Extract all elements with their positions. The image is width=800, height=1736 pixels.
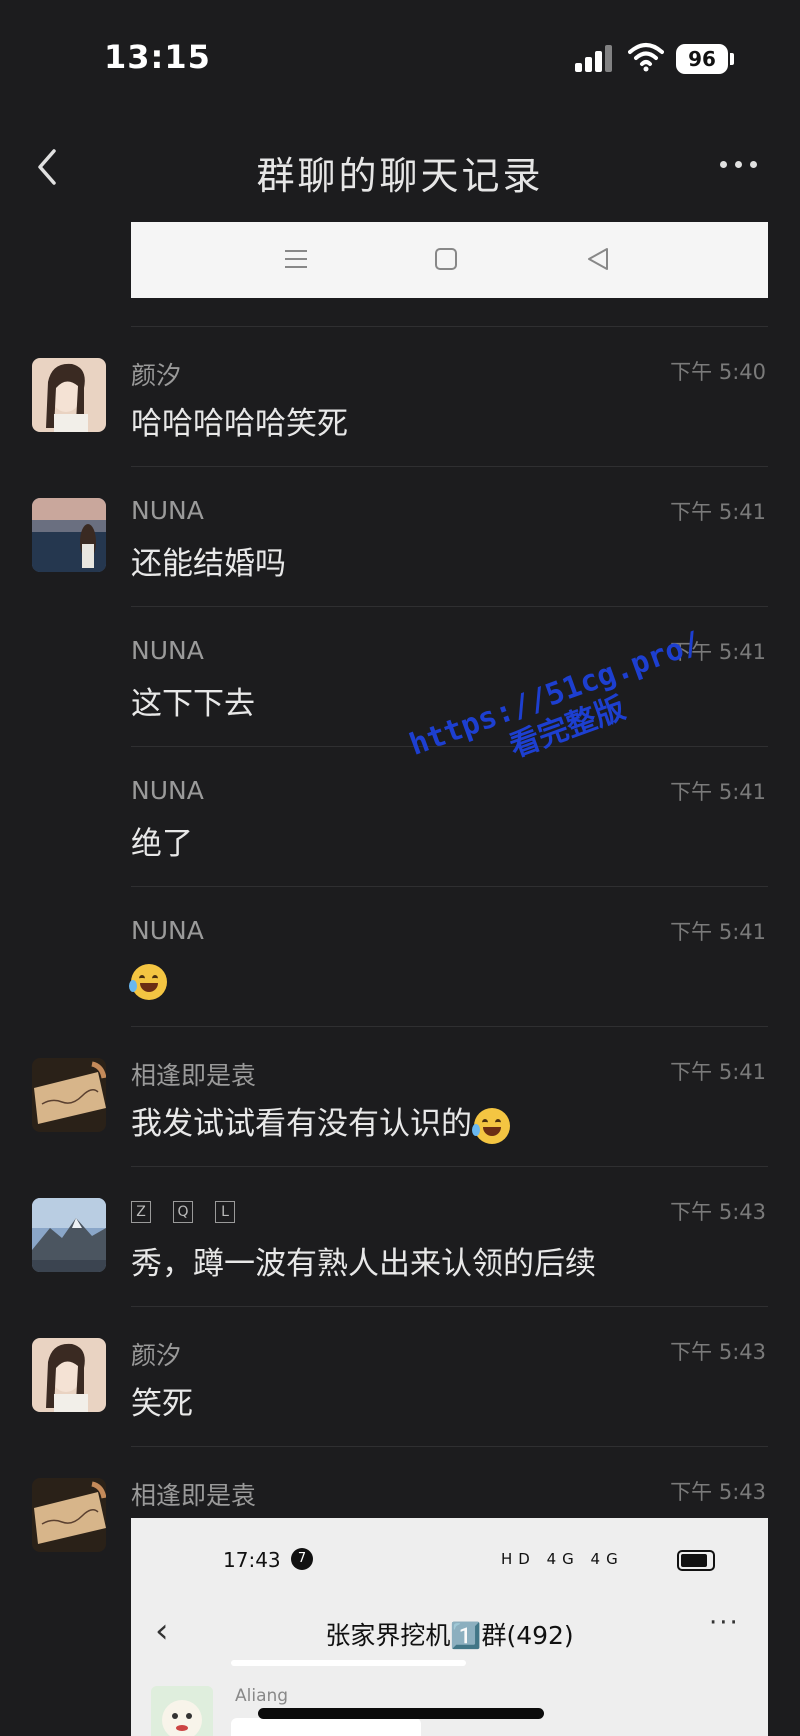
message-row: NUNA 下午 5:41 还能结婚吗 — [0, 466, 800, 604]
sender-name: ZQL — [131, 1196, 257, 1225]
embedded-divider — [231, 1660, 466, 1666]
cellular-signal-icon — [575, 44, 615, 72]
divider — [131, 1306, 768, 1307]
menu-icon — [285, 250, 307, 268]
divider — [131, 886, 768, 887]
message-row: ZQL 下午 5:43 秀，蹲一波有熟人出来认领的后续 — [0, 1166, 800, 1304]
page-title: 群聊的聊天记录 — [256, 154, 544, 198]
message-time: 下午 5:40 — [670, 360, 766, 384]
battery-tip — [730, 53, 734, 65]
message-text: 还能结婚吗 — [131, 546, 286, 582]
message-text — [129, 962, 167, 1000]
divider — [131, 466, 768, 467]
embedded-message-bubble — [231, 1718, 421, 1736]
sender-name: NUNA — [131, 776, 204, 805]
home-indicator — [258, 1708, 544, 1719]
divider — [131, 1166, 768, 1167]
message-text: 这下下去 — [131, 686, 255, 722]
message-text: 我发试试看有没有认识的 — [131, 1098, 510, 1144]
image-message-top[interactable] — [131, 222, 768, 298]
message-row: NUNA 下午 5:41 — [0, 886, 800, 1024]
sender-name: 相逢即是袁 — [131, 1481, 257, 1510]
avatar[interactable] — [32, 1058, 106, 1132]
message-time: 下午 5:43 — [670, 1340, 766, 1364]
status-bar: 13:15 96 — [0, 0, 800, 110]
tears-of-joy-emoji-icon — [129, 963, 167, 1000]
sender-name: 颜汐 — [131, 361, 182, 390]
embedded-avatar — [151, 1686, 213, 1736]
tears-of-joy-emoji-icon — [472, 1107, 510, 1144]
sender-name: NUNA — [131, 916, 204, 945]
embedded-chat-title: 张家界挖机1️⃣群(492) — [325, 1621, 574, 1650]
message-time: 下午 5:41 — [670, 780, 766, 804]
avatar[interactable] — [32, 358, 106, 432]
divider — [131, 326, 768, 327]
divider — [131, 1026, 768, 1027]
sender-letter: Q — [173, 1201, 193, 1223]
home-square-icon — [435, 248, 457, 270]
embedded-member-name: Aliang — [235, 1686, 289, 1706]
sender-name: 颜汐 — [131, 1341, 182, 1370]
message-text-content: 我发试试看有没有认识的 — [131, 1106, 472, 1142]
message-time: 下午 5:43 — [670, 1200, 766, 1224]
sender-letter: Z — [131, 1201, 151, 1223]
sender-name: 相逢即是袁 — [131, 1061, 257, 1090]
message-text: 秀，蹲一波有熟人出来认领的后续 — [131, 1246, 596, 1282]
message-time: 下午 5:43 — [670, 1480, 766, 1504]
message-row: NUNA 下午 5:41 绝了 — [0, 746, 800, 884]
message-text: 哈哈哈哈哈笑死 — [131, 406, 348, 442]
avatar[interactable] — [32, 498, 106, 572]
message-time: 下午 5:41 — [670, 500, 766, 524]
divider — [131, 1446, 768, 1447]
sender-name: NUNA — [131, 636, 204, 665]
status-time: 13:15 — [104, 38, 211, 76]
message-row: 颜汐 下午 5:43 笑死 — [0, 1306, 800, 1444]
avatar[interactable] — [32, 1198, 106, 1272]
embedded-status-time: 17:43 — [223, 1548, 281, 1572]
battery-indicator: 96 — [676, 44, 728, 74]
avatar[interactable] — [32, 1478, 106, 1552]
image-message-screenshot[interactable]: 17:43 7 HD 4G 4G ‹ 张家界挖机1️⃣群(492) ··· Al… — [131, 1518, 768, 1736]
navigation-bar: 群聊的聊天记录 — [0, 125, 800, 209]
message-time: 下午 5:41 — [670, 1060, 766, 1084]
avatar[interactable] — [32, 1338, 106, 1412]
message-time: 下午 5:41 — [670, 920, 766, 944]
message-text: 笑死 — [131, 1386, 193, 1422]
embedded-status-icons: HD 4G 4G — [501, 1550, 624, 1568]
message-text: 绝了 — [131, 826, 193, 862]
embedded-more-icon: ··· — [709, 1608, 740, 1638]
sender-name: NUNA — [131, 496, 204, 525]
notification-badge: 7 — [291, 1548, 313, 1570]
message-row: 颜汐 下午 5:40 哈哈哈哈哈笑死 — [0, 326, 800, 464]
embedded-battery-icon — [677, 1550, 715, 1571]
wifi-icon — [628, 43, 664, 72]
divider — [131, 606, 768, 607]
message-row: 相逢即是袁 下午 5:41 我发试试看有没有认识的 — [0, 1026, 800, 1164]
more-options-icon[interactable] — [720, 153, 766, 173]
sender-letter: L — [215, 1201, 235, 1223]
back-triangle-icon — [588, 248, 608, 270]
